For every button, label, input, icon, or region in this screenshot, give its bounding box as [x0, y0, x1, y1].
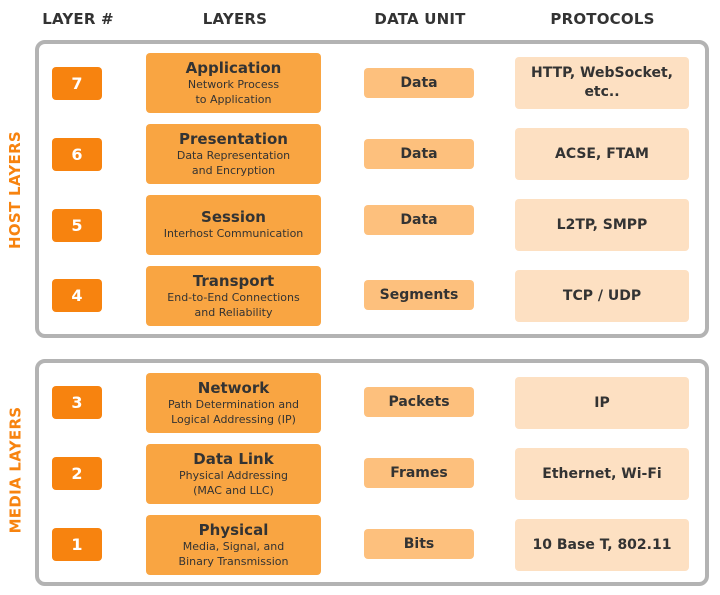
layer-row-5: 5 Session Interhost Communication Data L…	[0, 195, 720, 255]
header-layers: LAYERS	[202, 10, 268, 28]
layer-name: Physical	[198, 520, 269, 539]
layer-name: Data Link	[193, 449, 274, 468]
protocols-box: 10 Base T, 802.11	[515, 519, 689, 571]
protocols-box: L2TP, SMPP	[515, 199, 689, 251]
layer-box: Session Interhost Communication	[146, 195, 321, 255]
protocols-box: ACSE, FTAM	[515, 128, 689, 180]
layer-box: Data Link Physical Addressing (MAC and L…	[146, 444, 321, 504]
layer-description-line1: Data Representation	[176, 148, 291, 162]
layer-description-line1: Path Determination and	[167, 397, 300, 411]
layer-box: Transport End-to-End Connections and Rel…	[146, 266, 321, 326]
layer-description-line1: Media, Signal, and	[182, 539, 285, 553]
data-unit-badge: Data	[364, 68, 474, 98]
layer-description-line1: End-to-End Connections	[167, 290, 300, 304]
layer-name: Transport	[192, 271, 275, 290]
host-layers-label: HOST LAYERS	[0, 90, 30, 290]
data-unit-badge: Data	[364, 205, 474, 235]
layer-number: 7	[52, 67, 102, 100]
data-unit-badge: Packets	[364, 387, 474, 417]
layer-row-1: 1 Physical Media, Signal, and Binary Tra…	[0, 515, 720, 575]
layer-description-line2: and Encryption	[191, 163, 276, 177]
protocols-box: IP	[515, 377, 689, 429]
layer-number: 3	[52, 386, 102, 419]
layer-name: Network	[197, 378, 270, 397]
data-unit-badge: Frames	[364, 458, 474, 488]
layer-description-line2: (MAC and LLC)	[193, 483, 274, 497]
header-data-unit: DATA UNIT	[374, 10, 466, 28]
layer-box: Presentation Data Representation and Enc…	[146, 124, 321, 184]
layer-row-6: 6 Presentation Data Representation and E…	[0, 124, 720, 184]
layer-description-line2: and Reliability	[194, 305, 273, 319]
layer-box: Physical Media, Signal, and Binary Trans…	[146, 515, 321, 575]
protocols-box: HTTP, WebSocket, etc..	[515, 57, 689, 109]
data-unit-badge: Data	[364, 139, 474, 169]
protocols-box: TCP / UDP	[515, 270, 689, 322]
layer-description-line2: to Application	[195, 92, 272, 106]
layer-description-line1: Interhost Communication	[163, 227, 304, 240]
layer-number: 6	[52, 138, 102, 171]
data-unit-badge: Segments	[364, 280, 474, 310]
layer-row-3: 3 Network Path Determination and Logical…	[0, 373, 720, 433]
layer-row-4: 4 Transport End-to-End Connections and R…	[0, 266, 720, 326]
layer-number: 5	[52, 209, 102, 242]
layer-name: Presentation	[179, 129, 288, 148]
layer-row-7: 7 Application Network Process to Applica…	[0, 53, 720, 113]
layer-number: 2	[52, 457, 102, 490]
data-unit-badge: Bits	[364, 529, 474, 559]
header-layer-number: LAYER #	[42, 10, 114, 28]
layer-description-line1: Physical Addressing	[178, 468, 289, 482]
layer-box: Application Network Process to Applicati…	[146, 53, 321, 113]
layer-name: Session	[201, 208, 266, 226]
protocols-box: Ethernet, Wi-Fi	[515, 448, 689, 500]
layer-number: 4	[52, 279, 102, 312]
header-protocols: PROTOCOLS	[550, 10, 655, 28]
layer-description-line2: Logical Addressing (IP)	[171, 412, 296, 426]
layer-box: Network Path Determination and Logical A…	[146, 373, 321, 433]
layer-number: 1	[52, 528, 102, 561]
layer-name: Application	[185, 58, 282, 77]
layer-row-2: 2 Data Link Physical Addressing (MAC and…	[0, 444, 720, 504]
layer-description-line1: Network Process	[187, 77, 280, 91]
layer-description-line2: Binary Transmission	[178, 554, 289, 568]
